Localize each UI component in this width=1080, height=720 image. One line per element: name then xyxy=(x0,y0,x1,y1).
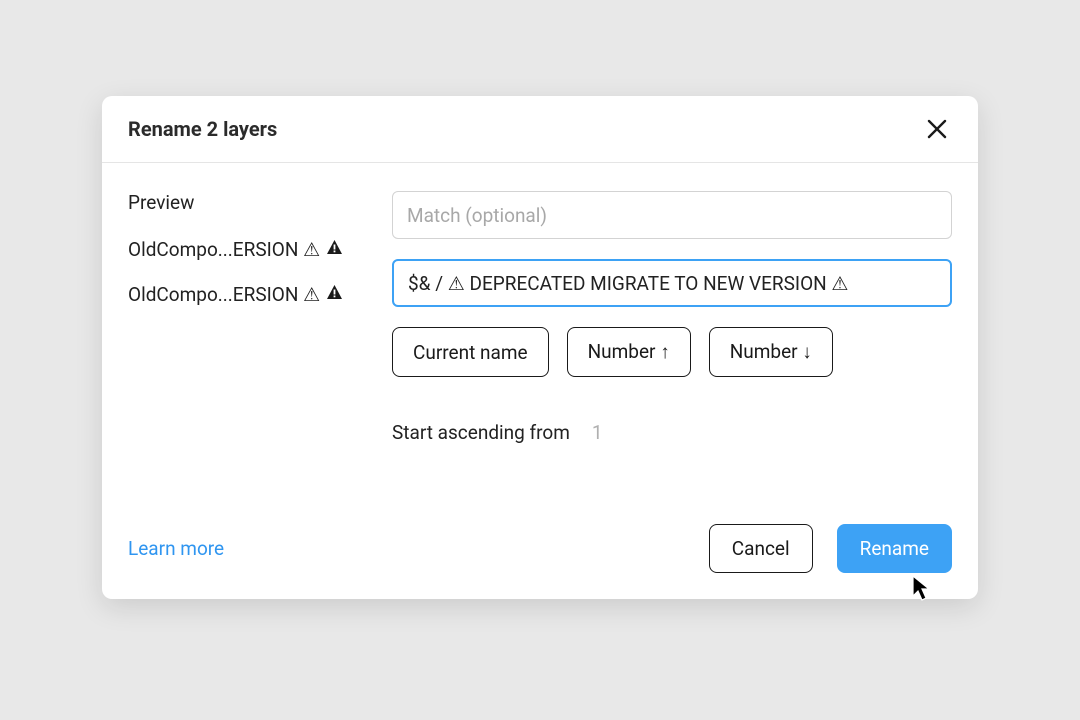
warning-icon xyxy=(326,284,343,305)
rename-layers-dialog: Rename 2 layers Preview OldCompo...ERSIO… xyxy=(102,96,978,599)
dialog-title: Rename 2 layers xyxy=(128,117,277,141)
dialog-header: Rename 2 layers xyxy=(102,96,978,163)
preview-item-text: OldCompo...ERSION ⚠ xyxy=(128,283,320,306)
rename-input[interactable] xyxy=(392,259,952,307)
warning-icon xyxy=(326,239,343,260)
close-icon xyxy=(926,118,948,140)
chip-label: Current name xyxy=(413,341,528,364)
match-input[interactable] xyxy=(392,191,952,239)
learn-more-link[interactable]: Learn more xyxy=(128,537,224,560)
preview-column: Preview OldCompo...ERSION ⚠ OldCompo...E… xyxy=(128,191,368,444)
preview-item-text: OldCompo...ERSION ⚠ xyxy=(128,238,320,261)
chip-label: Number ↓ xyxy=(730,340,812,364)
token-chip-row: Current name Number ↑ Number ↓ xyxy=(392,327,952,377)
footer-buttons: Cancel Rename xyxy=(709,524,952,573)
rename-button[interactable]: Rename xyxy=(837,524,952,573)
start-ascending-label: Start ascending from xyxy=(392,421,570,444)
start-ascending-input[interactable] xyxy=(592,421,632,444)
chip-number-ascending[interactable]: Number ↑ xyxy=(567,327,691,377)
chip-number-descending[interactable]: Number ↓ xyxy=(709,327,833,377)
inputs-column: Current name Number ↑ Number ↓ Start asc… xyxy=(392,191,952,444)
preview-label: Preview xyxy=(128,191,368,214)
close-button[interactable] xyxy=(922,114,952,144)
start-ascending-row: Start ascending from xyxy=(392,421,952,444)
preview-item: OldCompo...ERSION ⚠ xyxy=(128,238,368,261)
preview-item: OldCompo...ERSION ⚠ xyxy=(128,283,368,306)
chip-label: Number ↑ xyxy=(588,340,670,364)
dialog-body: Preview OldCompo...ERSION ⚠ OldCompo...E… xyxy=(102,163,978,454)
cancel-button[interactable]: Cancel xyxy=(709,524,813,573)
chip-current-name[interactable]: Current name xyxy=(392,327,549,377)
dialog-footer: Learn more Cancel Rename xyxy=(102,454,978,599)
